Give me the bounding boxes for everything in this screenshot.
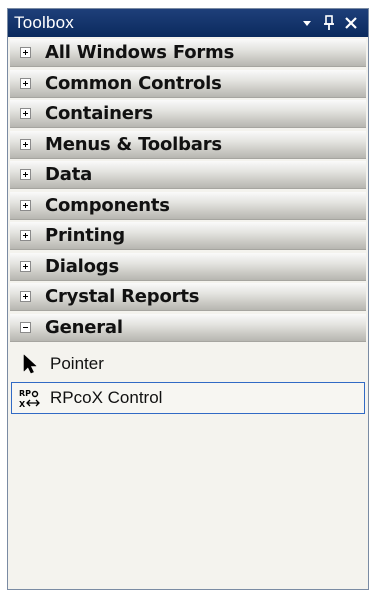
toolbox-item-label: RPcoX Control xyxy=(50,388,163,407)
expand-plus-icon[interactable] xyxy=(20,108,31,119)
category-label: Crystal Reports xyxy=(45,286,200,307)
expand-plus-icon[interactable] xyxy=(20,291,31,302)
category-general[interactable]: General xyxy=(10,313,366,342)
expand-plus-icon[interactable] xyxy=(20,260,31,272)
category-dialogs[interactable]: Dialogs xyxy=(10,252,366,281)
general-items-list: Pointer RP X RPcoX Control xyxy=(10,344,366,414)
toolbox-item-pointer[interactable]: Pointer xyxy=(11,348,365,380)
category-crystal-reports[interactable]: Crystal Reports xyxy=(10,283,366,311)
toolbox-title: Toolbox xyxy=(14,13,74,32)
expand-plus-icon[interactable] xyxy=(20,77,31,89)
category-label: Components xyxy=(45,194,170,216)
svg-text:RP: RP xyxy=(19,389,31,398)
category-label: Printing xyxy=(45,225,125,246)
category-components[interactable]: Components xyxy=(10,191,366,220)
category-label: Menus & Toolbars xyxy=(45,133,222,155)
toolbox-titlebar[interactable]: Toolbox xyxy=(8,9,368,37)
svg-text:X: X xyxy=(19,400,26,409)
category-containers[interactable]: Containers xyxy=(10,100,366,128)
category-label: Containers xyxy=(45,103,153,124)
toolbox-panel: Toolbox All Windows Forms Common Control… xyxy=(7,8,369,590)
toolbox-item-label: Pointer xyxy=(50,354,104,373)
category-data[interactable]: Data xyxy=(10,161,366,189)
category-menus-toolbars[interactable]: Menus & Toolbars xyxy=(10,130,366,159)
category-all-windows-forms[interactable]: All Windows Forms xyxy=(10,39,366,67)
expand-plus-icon[interactable] xyxy=(20,47,31,58)
category-label: General xyxy=(45,316,123,338)
toolbox-item-rpcox-control[interactable]: RP X RPcoX Control xyxy=(11,382,365,414)
pointer-arrow-icon xyxy=(18,353,40,375)
collapse-minus-icon[interactable] xyxy=(20,321,31,333)
expand-plus-icon[interactable] xyxy=(20,199,31,211)
dropdown-arrow-icon[interactable] xyxy=(296,17,318,29)
expand-plus-icon[interactable] xyxy=(20,169,31,180)
category-label: Data xyxy=(45,164,93,185)
close-icon[interactable] xyxy=(340,16,362,30)
toolbox-content: All Windows Forms Common Controls Contai… xyxy=(8,37,368,414)
category-label: Dialogs xyxy=(45,255,119,277)
category-common-controls[interactable]: Common Controls xyxy=(10,69,366,98)
category-label: All Windows Forms xyxy=(45,42,235,63)
category-label: Common Controls xyxy=(45,72,222,94)
expand-plus-icon[interactable] xyxy=(20,138,31,150)
rpcox-control-icon: RP X xyxy=(18,387,40,409)
expand-plus-icon[interactable] xyxy=(20,230,31,241)
pin-icon[interactable] xyxy=(318,15,340,31)
category-printing[interactable]: Printing xyxy=(10,222,366,250)
